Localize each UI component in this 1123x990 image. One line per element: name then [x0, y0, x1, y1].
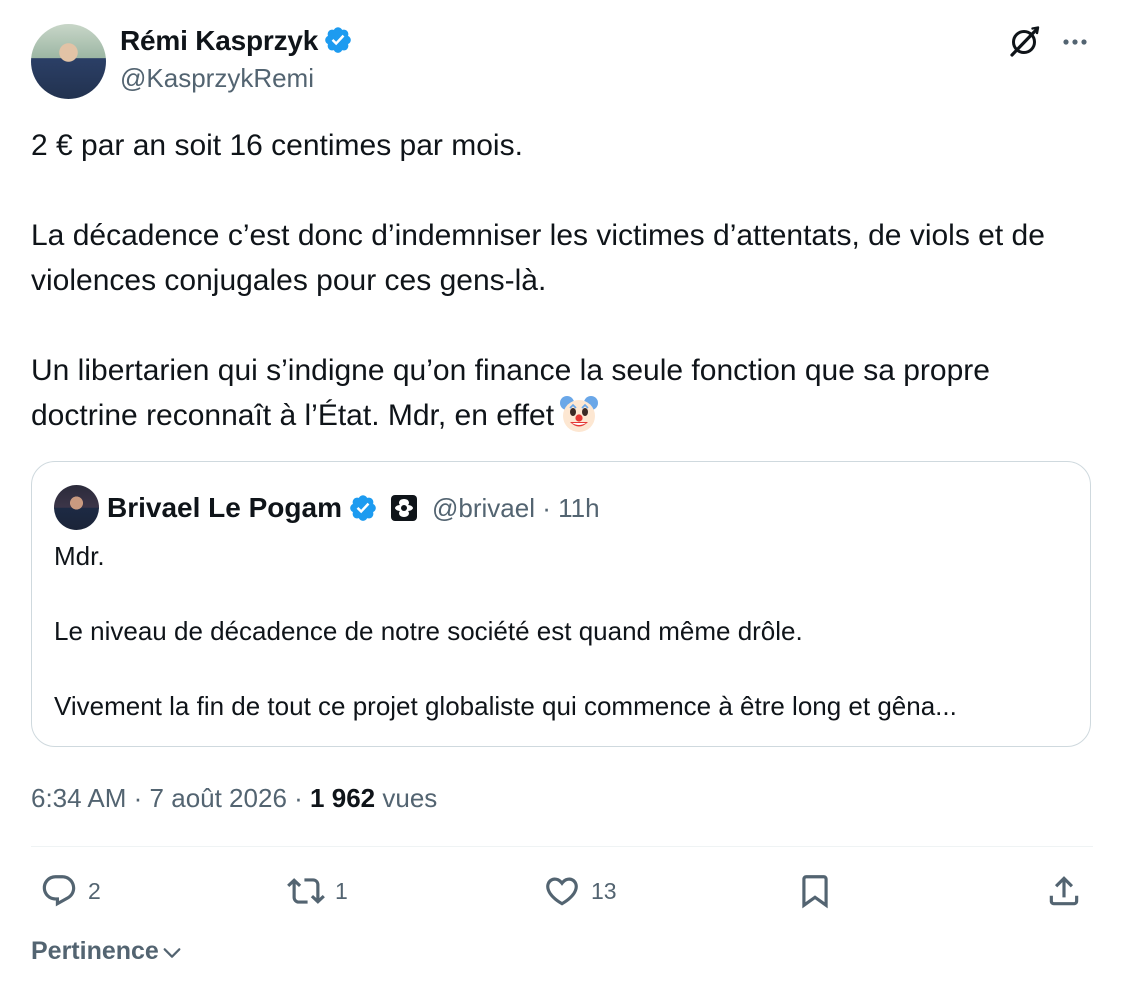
quoted-meta: @brivael · 11h [432, 493, 600, 524]
views-count: 1 962 [310, 783, 376, 813]
affiliation-badge-icon [390, 495, 417, 521]
tweet-text: 2 € par an soit 16 centimes par mois. La… [31, 129, 1045, 432]
tweet-time[interactable]: 6:34 AM [31, 783, 126, 813]
quoted-author-handle[interactable]: @brivael [432, 493, 535, 523]
verified-badge-icon [350, 495, 376, 521]
verified-badge-icon [325, 27, 351, 53]
quoted-time[interactable]: 11h [558, 493, 599, 523]
more-icon[interactable] [1055, 22, 1095, 62]
author-avatar[interactable] [31, 24, 106, 99]
divider [31, 846, 1093, 847]
retweet-count: 1 [335, 877, 348, 904]
chevron-down-icon [163, 948, 181, 958]
bookmark-button[interactable] [796, 868, 834, 914]
author-name-row[interactable]: Rémi Kasprzyk [120, 22, 353, 60]
meta-separator: · [294, 783, 303, 813]
tweet-body: 2 € par an soit 16 centimes par mois. La… [31, 123, 1096, 438]
author-handle[interactable]: @KasprzykRemi [120, 60, 314, 96]
meta-separator: · [133, 783, 143, 813]
tweet-date[interactable]: 7 août 2026 [150, 783, 287, 813]
reply-icon [42, 875, 76, 907]
grok-icon[interactable] [1004, 22, 1044, 62]
quoted-author-avatar[interactable] [54, 485, 99, 530]
like-count: 13 [591, 877, 617, 904]
like-button[interactable]: 13 [543, 868, 617, 914]
bookmark-icon [802, 875, 828, 909]
retweet-icon [287, 878, 325, 904]
share-button[interactable] [1045, 868, 1083, 914]
quoted-tweet-header: Brivael Le Pogam @brivael · 11h [107, 488, 600, 528]
sort-label: Pertinence [31, 937, 159, 965]
heart-icon [546, 877, 578, 906]
quoted-author-name[interactable]: Brivael Le Pogam [107, 492, 342, 524]
reply-count: 2 [88, 877, 101, 904]
quoted-separator: · [542, 492, 551, 523]
views-label: vues [382, 783, 438, 813]
clown-emoji-icon [560, 396, 599, 432]
tweet-meta-row: 6:34 AM · 7 août 2026 · 1 962 vues [31, 780, 437, 816]
retweet-button[interactable]: 1 [287, 868, 348, 914]
quoted-tweet-text: Mdr. Le niveau de décadence de notre soc… [54, 541, 957, 721]
author-name[interactable]: Rémi Kasprzyk [120, 25, 318, 56]
share-icon [1049, 876, 1079, 906]
sort-dropdown[interactable]: Pertinence [31, 934, 183, 968]
reply-button[interactable]: 2 [40, 868, 101, 914]
